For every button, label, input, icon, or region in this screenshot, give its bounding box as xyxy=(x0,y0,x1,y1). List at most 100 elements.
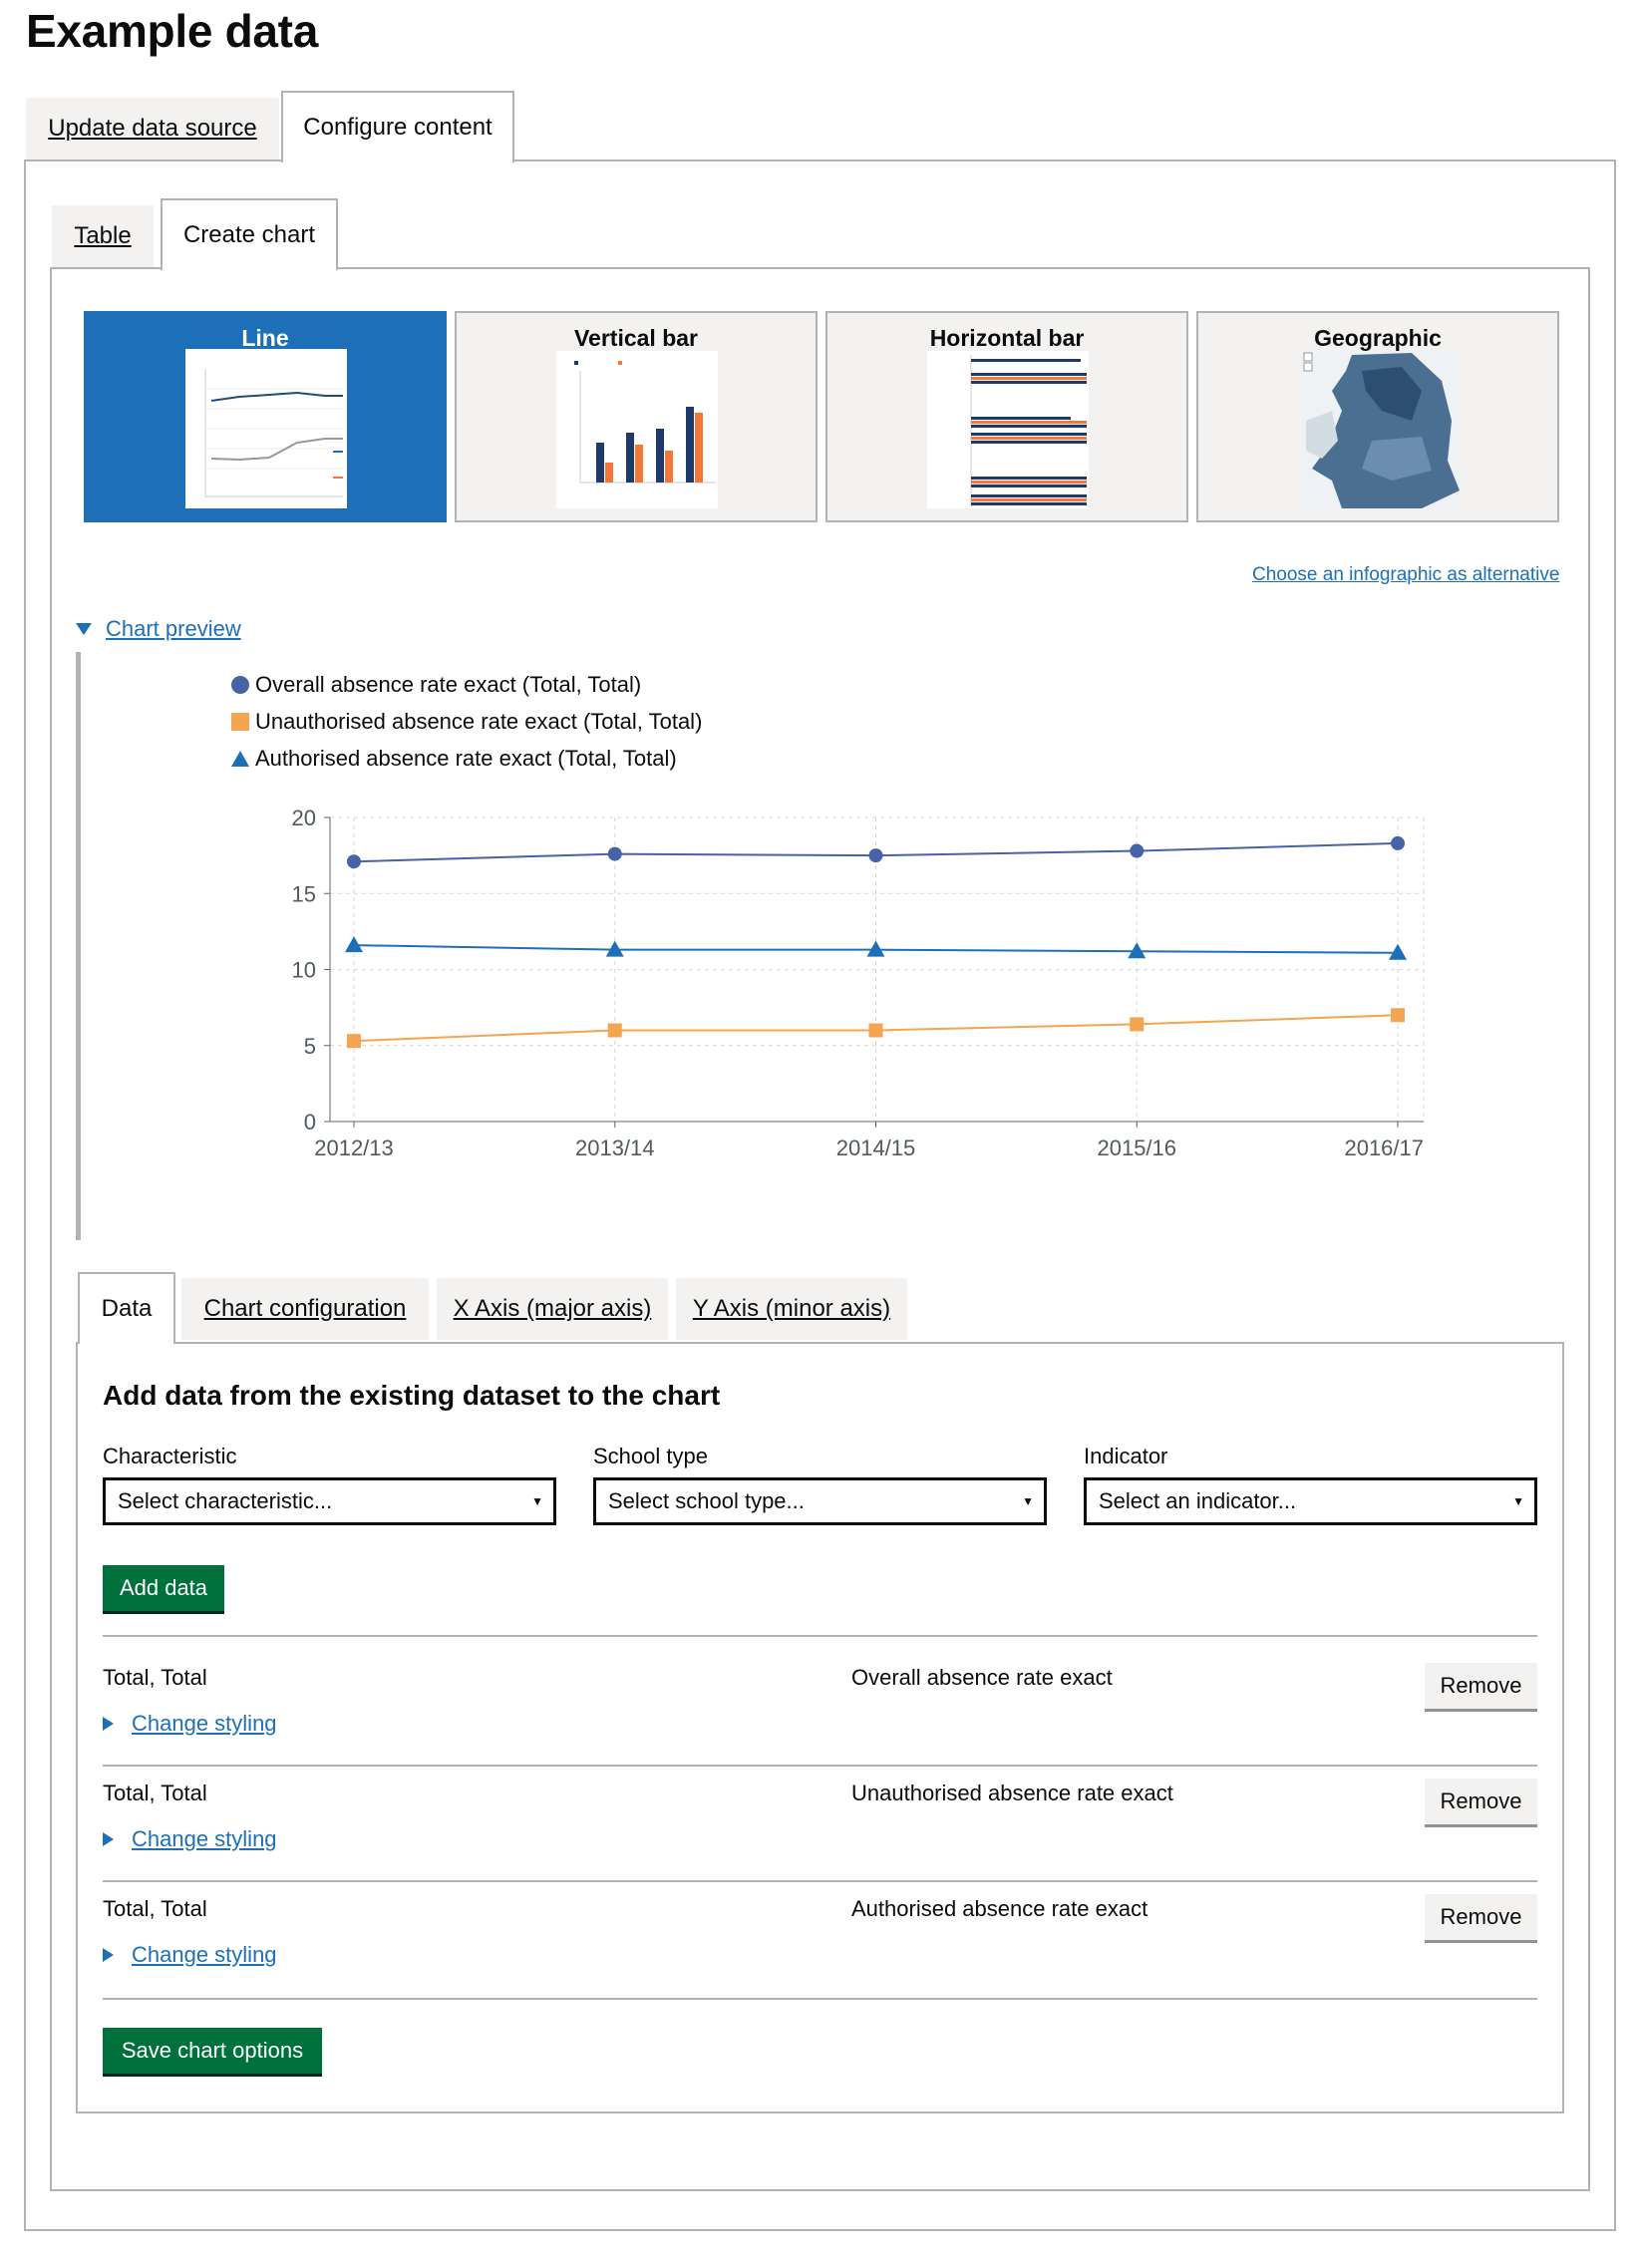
school-type-label: School type xyxy=(593,1444,708,1468)
indicator-select-value: Select an indicator... xyxy=(1099,1488,1297,1513)
legend-item-overall: Overall absence rate exact (Total, Total… xyxy=(231,672,641,698)
divider xyxy=(103,1998,1537,2000)
remove-button[interactable]: Remove xyxy=(1425,1779,1537,1824)
legend-label: Unauthorised absence rate exact (Total, … xyxy=(255,709,703,734)
tab-data[interactable]: Data xyxy=(78,1272,175,1344)
horizontal-bar-thumbnail-icon xyxy=(927,351,1089,508)
characteristic-label: Characteristic xyxy=(103,1444,237,1468)
divider xyxy=(103,1635,1537,1637)
y-tick-label: 10 xyxy=(292,958,316,983)
caret-right-icon xyxy=(103,1948,114,1962)
data-form-heading: Add data from the existing dataset to th… xyxy=(103,1380,721,1411)
chart-type-label: Horizontal bar xyxy=(929,325,1085,351)
y-tick-label: 0 xyxy=(304,1110,316,1134)
x-tick-label: 2014/15 xyxy=(836,1135,916,1160)
data-point xyxy=(1391,1008,1405,1023)
data-point xyxy=(1391,835,1405,850)
tab-x-axis[interactable]: X Axis (major axis) xyxy=(437,1278,668,1340)
chart-preview-toggle[interactable]: Chart preview xyxy=(76,616,241,642)
data-point xyxy=(1130,1017,1145,1032)
chart-type-label: Line xyxy=(241,325,289,351)
legend-item-authorised: Authorised absence rate exact (Total, To… xyxy=(231,746,677,772)
school-type-select[interactable]: Select school type... ▼ xyxy=(593,1477,1047,1525)
line-chart-thumbnail-icon xyxy=(185,349,347,508)
y-tick-label: 15 xyxy=(292,881,316,906)
characteristic-select-value: Select characteristic... xyxy=(118,1488,333,1513)
change-styling-link: Change styling xyxy=(132,1826,277,1851)
page-title: Example data xyxy=(26,5,318,57)
choose-infographic-link[interactable]: Choose an infographic as alternative xyxy=(1252,564,1559,586)
school-type-select-value: Select school type... xyxy=(608,1488,805,1513)
tab-update-data-source[interactable]: Update data source xyxy=(26,98,279,160)
geographic-map-thumbnail-icon xyxy=(1302,351,1460,508)
chart-type-line[interactable]: Line xyxy=(84,311,447,522)
add-data-button[interactable]: Add data xyxy=(103,1565,224,1611)
tab-create-chart[interactable]: Create chart xyxy=(161,198,338,270)
legend-label: Authorised absence rate exact (Total, To… xyxy=(255,746,677,771)
row-indicator: Authorised absence rate exact xyxy=(851,1896,1148,1921)
change-styling-toggle[interactable]: Change styling xyxy=(103,1826,277,1852)
x-tick-label: 2013/14 xyxy=(575,1135,655,1160)
chevron-down-icon: ▼ xyxy=(1022,1494,1034,1508)
data-point xyxy=(607,1023,622,1038)
indicator-label: Indicator xyxy=(1084,1444,1168,1468)
chart-type-label: Geographic xyxy=(1314,325,1442,351)
data-point xyxy=(347,1034,361,1049)
save-chart-options-button[interactable]: Save chart options xyxy=(103,2028,322,2074)
chevron-down-icon: ▼ xyxy=(531,1494,543,1508)
divider xyxy=(103,1880,1537,1882)
change-styling-toggle[interactable]: Change styling xyxy=(103,1711,277,1737)
data-point xyxy=(868,1023,883,1038)
tab-label: Update data source xyxy=(48,115,257,142)
data-point xyxy=(347,854,361,869)
tab-chart-configuration[interactable]: Chart configuration xyxy=(181,1278,429,1340)
row-indicator: Unauthorised absence rate exact xyxy=(851,1781,1173,1805)
preview-left-border xyxy=(76,652,81,1240)
change-styling-link: Change styling xyxy=(132,1942,277,1967)
chart-type-geographic[interactable]: Geographic xyxy=(1196,311,1559,522)
change-styling-toggle[interactable]: Change styling xyxy=(103,1942,277,1968)
data-point xyxy=(345,936,363,953)
data-point xyxy=(607,846,622,861)
x-tick-label: 2012/13 xyxy=(314,1135,394,1160)
chart-preview-label: Chart preview xyxy=(106,616,241,641)
chart-type-horizontal-bar[interactable]: Horizontal bar xyxy=(825,311,1188,522)
chevron-down-icon: ▼ xyxy=(1512,1494,1524,1508)
remove-button[interactable]: Remove xyxy=(1425,1894,1537,1940)
legend-label: Overall absence rate exact (Total, Total… xyxy=(255,672,642,697)
line-chart: 0 5 10 15 20 2012/13 2013/14 2014/15 2015/16 2016… xyxy=(264,798,1441,1176)
x-tick-label: 2016/17 xyxy=(1344,1135,1424,1160)
tab-y-axis[interactable]: Y Axis (minor axis) xyxy=(676,1278,907,1340)
tab-label: Data xyxy=(101,1295,153,1322)
row-filter: Total, Total xyxy=(103,1781,207,1805)
data-point xyxy=(868,848,883,863)
square-marker-icon xyxy=(231,713,249,731)
tab-table[interactable]: Table xyxy=(52,205,154,267)
tab-configure-content[interactable]: Configure content xyxy=(281,91,514,162)
row-filter: Total, Total xyxy=(103,1896,207,1921)
tab-label: Table xyxy=(74,222,132,249)
change-styling-link: Change styling xyxy=(132,1711,277,1736)
indicator-select[interactable]: Select an indicator... ▼ xyxy=(1084,1477,1537,1525)
data-point xyxy=(1130,843,1145,858)
characteristic-select[interactable]: Select characteristic... ▼ xyxy=(103,1477,556,1525)
circle-marker-icon xyxy=(231,676,249,694)
data-point xyxy=(866,940,885,957)
y-tick-label: 20 xyxy=(292,806,316,830)
y-tick-label: 5 xyxy=(304,1034,316,1059)
vertical-bar-thumbnail-icon xyxy=(556,351,718,508)
tab-label: Chart configuration xyxy=(203,1295,407,1322)
line-chart-svg: 0 5 10 15 20 2012/13 2013/14 2014/15 2015/16 2016… xyxy=(292,806,1425,1160)
chart-type-label: Vertical bar xyxy=(573,325,699,351)
caret-down-icon xyxy=(76,623,92,635)
tab-label: Configure content xyxy=(303,114,492,141)
tab-label: Create chart xyxy=(182,221,316,248)
caret-right-icon xyxy=(103,1717,114,1731)
row-filter: Total, Total xyxy=(103,1665,207,1690)
x-tick-label: 2015/16 xyxy=(1097,1135,1176,1160)
tab-label: X Axis (major axis) xyxy=(453,1295,652,1322)
divider xyxy=(103,1765,1537,1767)
remove-button[interactable]: Remove xyxy=(1425,1663,1537,1709)
chart-type-vertical-bar[interactable]: Vertical bar xyxy=(455,311,818,522)
caret-right-icon xyxy=(103,1832,114,1846)
